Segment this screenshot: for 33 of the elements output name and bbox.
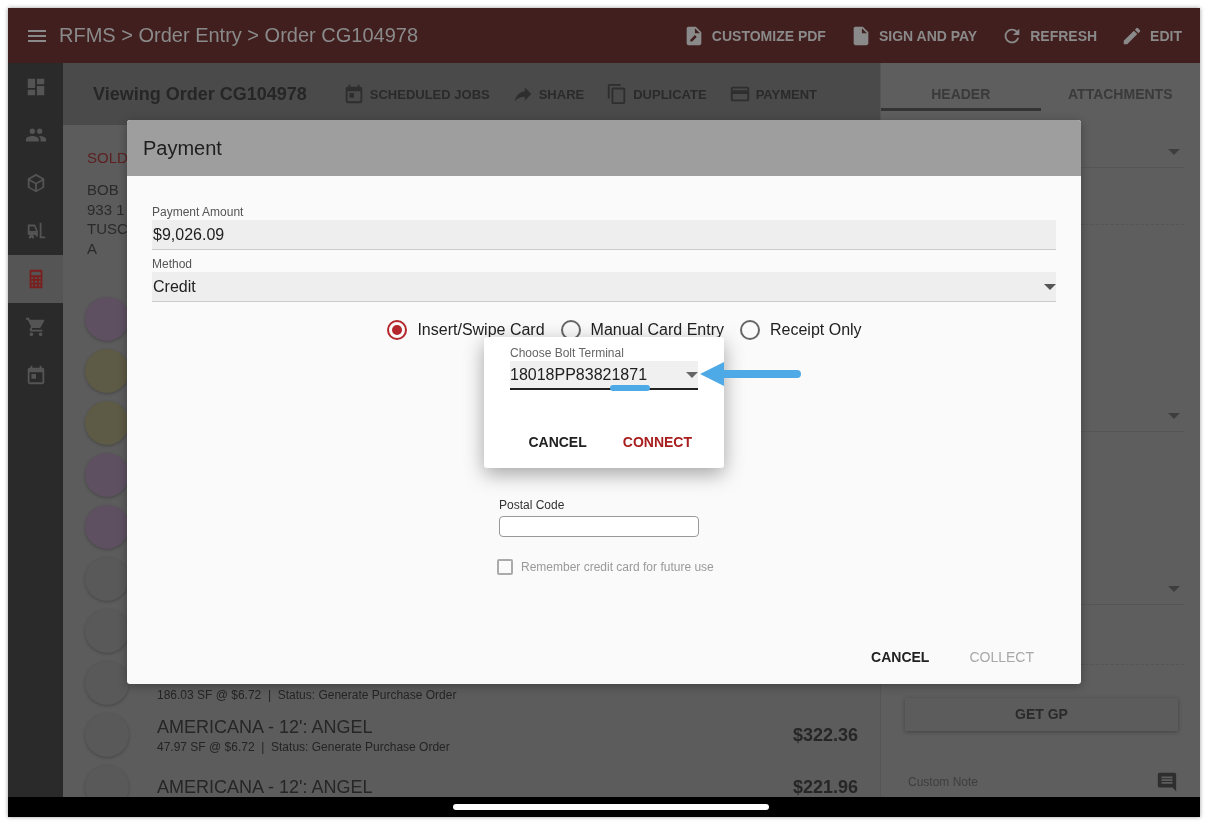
- sidebar-item[interactable]: [8, 255, 63, 303]
- popup-button[interactable]: CONNECT: [622, 434, 692, 450]
- item-detail: 186.03 SF @ $6.72 | Status: Generate Purchase Order: [157, 688, 458, 702]
- toolbar-button[interactable]: EDIT: [1121, 24, 1182, 47]
- cart-icon: [24, 316, 47, 338]
- radio-option[interactable]: Receipt Only: [740, 320, 862, 340]
- popup-button[interactable]: CANCEL: [528, 434, 587, 450]
- section-heading: SOLD: [87, 149, 128, 166]
- postal-code-field[interactable]: [499, 516, 699, 537]
- toolbar-button[interactable]: REFRESH: [1001, 24, 1098, 47]
- toolbar-button[interactable]: SIGN AND PAY: [849, 24, 978, 47]
- caret-icon[interactable]: [1168, 586, 1180, 592]
- checkbox[interactable]: [497, 559, 513, 575]
- caret-icon[interactable]: [1168, 413, 1180, 419]
- caret-icon: [686, 371, 698, 378]
- comment-icon[interactable]: [1156, 771, 1178, 793]
- radio-option[interactable]: Insert/Swipe Card: [387, 320, 545, 340]
- caret-icon: [1044, 283, 1056, 290]
- method-select[interactable]: Credit: [152, 272, 1056, 302]
- amount-field[interactable]: $9,026.09: [152, 220, 1056, 250]
- field-label: Choose Bolt Terminal: [510, 346, 625, 361]
- field-label: Payment Amount: [152, 205, 244, 220]
- breadcrumb: RFMS > Order Entry > Order CG104978: [59, 24, 419, 47]
- dialog-title: Payment: [143, 136, 222, 160]
- caret-icon[interactable]: [1168, 149, 1180, 155]
- item-detail: 47.97 SF @ $6.72 | Status: Generate Purchase Order: [157, 739, 451, 754]
- field-label: Method: [152, 257, 193, 272]
- highlight-mark: [610, 385, 650, 391]
- toolbar-button[interactable]: CUSTOMIZE PDF: [682, 24, 826, 47]
- checkbox-label: Remember credit card for future use: [521, 560, 714, 574]
- terminal-select[interactable]: 18018PP83821871: [510, 361, 698, 390]
- dialog-button[interactable]: CANCEL: [871, 649, 930, 665]
- field-label: Postal Code: [499, 498, 566, 512]
